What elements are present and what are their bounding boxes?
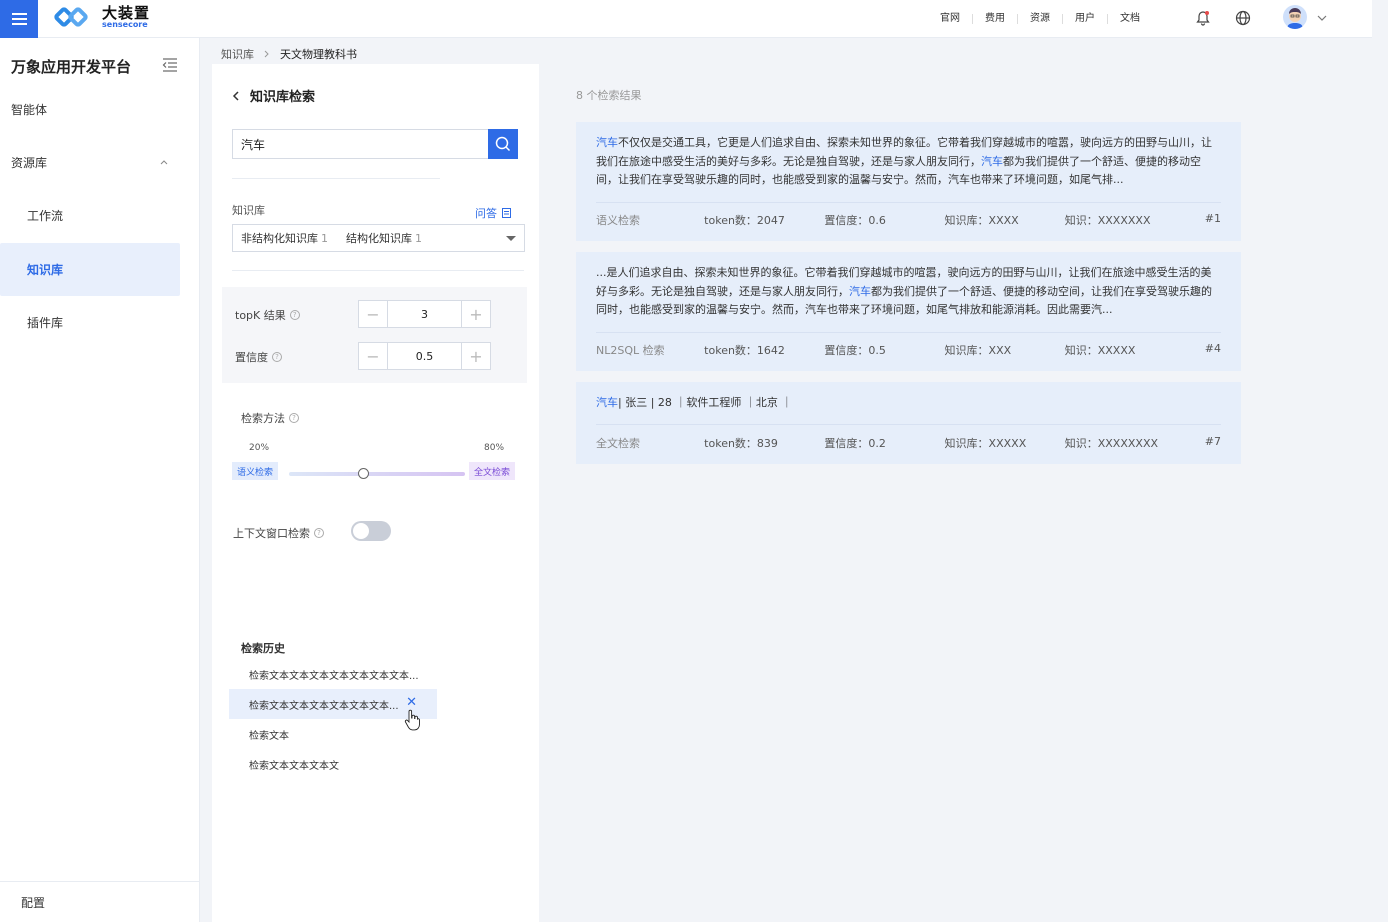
kb-option-label: 非结构化知识库 [241,232,318,245]
context-window-label: 上下文窗口检索? [233,525,324,541]
fulltext-tag: 全文检索 [469,462,516,480]
hand-cursor-icon [404,709,420,731]
sidebar-item-plugins[interactable]: 插件库 [0,296,180,349]
increment-button[interactable]: + [462,301,490,327]
chevron-down-icon[interactable] [1317,13,1327,23]
avatar[interactable] [1283,5,1307,29]
semantic-tag: 语义检索 [232,462,279,480]
kb-option-label: 结构化知识库 [346,232,412,245]
result-card[interactable]: 汽车不仅仅是交通工具，它更是人们追求自由、探索未知世界的象征。它带着我们穿越城市… [576,122,1241,241]
result-meta: 全文检索 token数：839 置信度：0.2 知识库：XXXXX 知识：XXX… [596,435,1221,450]
help-icon[interactable]: ? [272,352,282,362]
confidence-stepper: − 0.5 + [358,342,491,370]
logo-title: 大装置 [102,3,151,22]
retrieval-method-label: 检索方法? [241,410,299,426]
params-box: topK 结果? − 3 + 置信度? − 0.5 + [222,287,527,383]
close-icon[interactable]: ✕ [406,696,417,709]
knowledge-base-select[interactable]: 非结构化知识库 1 结构化知识库 1 [232,224,525,252]
topk-value[interactable]: 3 [387,301,462,327]
sidebar-footer-settings[interactable]: 配置 [0,881,200,922]
kb-option-count: 1 [321,232,328,245]
divider [232,178,440,179]
fulltext-percent: 80% [484,443,505,453]
kb-option-count: 1 [415,232,422,245]
help-icon[interactable]: ? [289,413,299,423]
history-item[interactable]: 检索文本文本文本文 [229,749,437,779]
result-card[interactable]: 汽车| 张三 | 28 ｜软件工程师 ｜北京 ｜ 全文检索 token数：839… [576,382,1241,464]
breadcrumb-current: 天文物理教科书 [280,48,357,61]
help-icon[interactable]: ? [314,528,324,538]
globe-icon[interactable] [1235,10,1251,26]
hamburger-menu-icon[interactable] [0,0,38,38]
nav-users[interactable]: 用户 [1063,14,1108,24]
nav-official-site[interactable]: 官网 [928,14,973,24]
confidence-value[interactable]: 0.5 [387,343,462,369]
increment-button[interactable]: + [462,343,490,369]
logo[interactable]: 大装置 sensecore [52,3,151,30]
result-text: 汽车| 张三 | 28 ｜软件工程师 ｜北京 ｜ [596,396,793,409]
help-icon[interactable]: ? [289,310,300,320]
results-count: 8 个检索结果 [576,89,642,102]
chevron-up-icon [160,160,168,165]
method-slider-track[interactable] [289,472,465,476]
dropdown-arrow-icon [506,236,516,241]
result-text: 汽车不仅仅是交通工具，它更是人们追求自由、探索未知世界的象征。它带着我们穿越城市… [596,136,1212,186]
search-input[interactable]: 汽车 [232,129,488,159]
decrement-button[interactable]: − [359,343,387,369]
nav-docs[interactable]: 文档 [1108,14,1152,24]
result-card[interactable]: ...是人们追求自由、探索未知世界的象征。它带着我们穿越城市的喧嚣，驶向远方的田… [576,252,1241,371]
history-title: 检索历史 [241,642,285,655]
sidebar-item-agents[interactable]: 智能体 [0,83,180,136]
knowledge-base-label: 知识库 [232,204,265,217]
logo-subtitle: sensecore [102,19,148,29]
method-slider-handle[interactable] [357,468,369,479]
search-button[interactable] [488,129,518,159]
context-window-toggle[interactable] [351,521,391,541]
confidence-label: 置信度? [235,349,282,365]
panel-title: 知识库检索 [232,86,315,105]
breadcrumb: 知识库 天文物理教科书 [221,46,357,62]
history-item[interactable]: 检索文本文本文本文本文本文本文本... [229,659,437,689]
document-icon [502,208,511,218]
semantic-percent: 20% [249,443,270,453]
back-arrow-icon[interactable] [232,90,240,101]
sidebar-item-workflow[interactable]: 工作流 [0,189,180,242]
results-area: 8 个检索结果 汽车不仅仅是交通工具，它更是人们追求自由、探索未知世界的象征。它… [539,64,1372,922]
topk-stepper: − 3 + [358,300,491,328]
retrieval-panel: 知识库检索 汽车 知识库 问答 非结构化知识库 1 结构化知识库 1 topK 结果… [212,64,539,922]
result-meta: NL2SQL 检索 token数：1642 置信度：0.5 知识库：XXX 知识… [596,342,1221,357]
top-nav: 官网 费用 资源 用户 文档 [928,0,1152,38]
chevron-right-icon [264,50,269,58]
nav-resources[interactable]: 资源 [1018,14,1063,24]
result-text: ...是人们追求自由、探索未知世界的象征。它带着我们穿越城市的喧嚣，驶向远方的田… [596,266,1212,316]
collapse-sidebar-icon[interactable] [162,58,178,72]
sidebar-item-knowledge-base[interactable]: 知识库 [0,243,180,296]
sidebar-item-resource-library[interactable]: 资源库 [0,136,180,189]
breadcrumb-item[interactable]: 知识库 [221,46,254,62]
decrement-button[interactable]: − [359,301,387,327]
qa-link[interactable]: 问答 [475,205,511,221]
bell-icon[interactable] [1195,10,1211,26]
logo-mark-icon [52,4,98,30]
divider [232,270,524,271]
platform-title: 万象应用开发平台 [11,58,132,76]
result-meta: 语义检索 token数：2047 置信度：0.6 知识库：XXXX 知识：XXX… [596,212,1221,227]
topk-label: topK 结果? [235,307,300,323]
sidebar: 万象应用开发平台 智能体 资源库 工作流 知识库 插件库 配置 [0,38,200,922]
top-bar: 大装置 sensecore 官网 费用 资源 用户 文档 [0,0,1372,38]
nav-billing[interactable]: 费用 [973,14,1018,24]
search-icon [495,136,511,152]
